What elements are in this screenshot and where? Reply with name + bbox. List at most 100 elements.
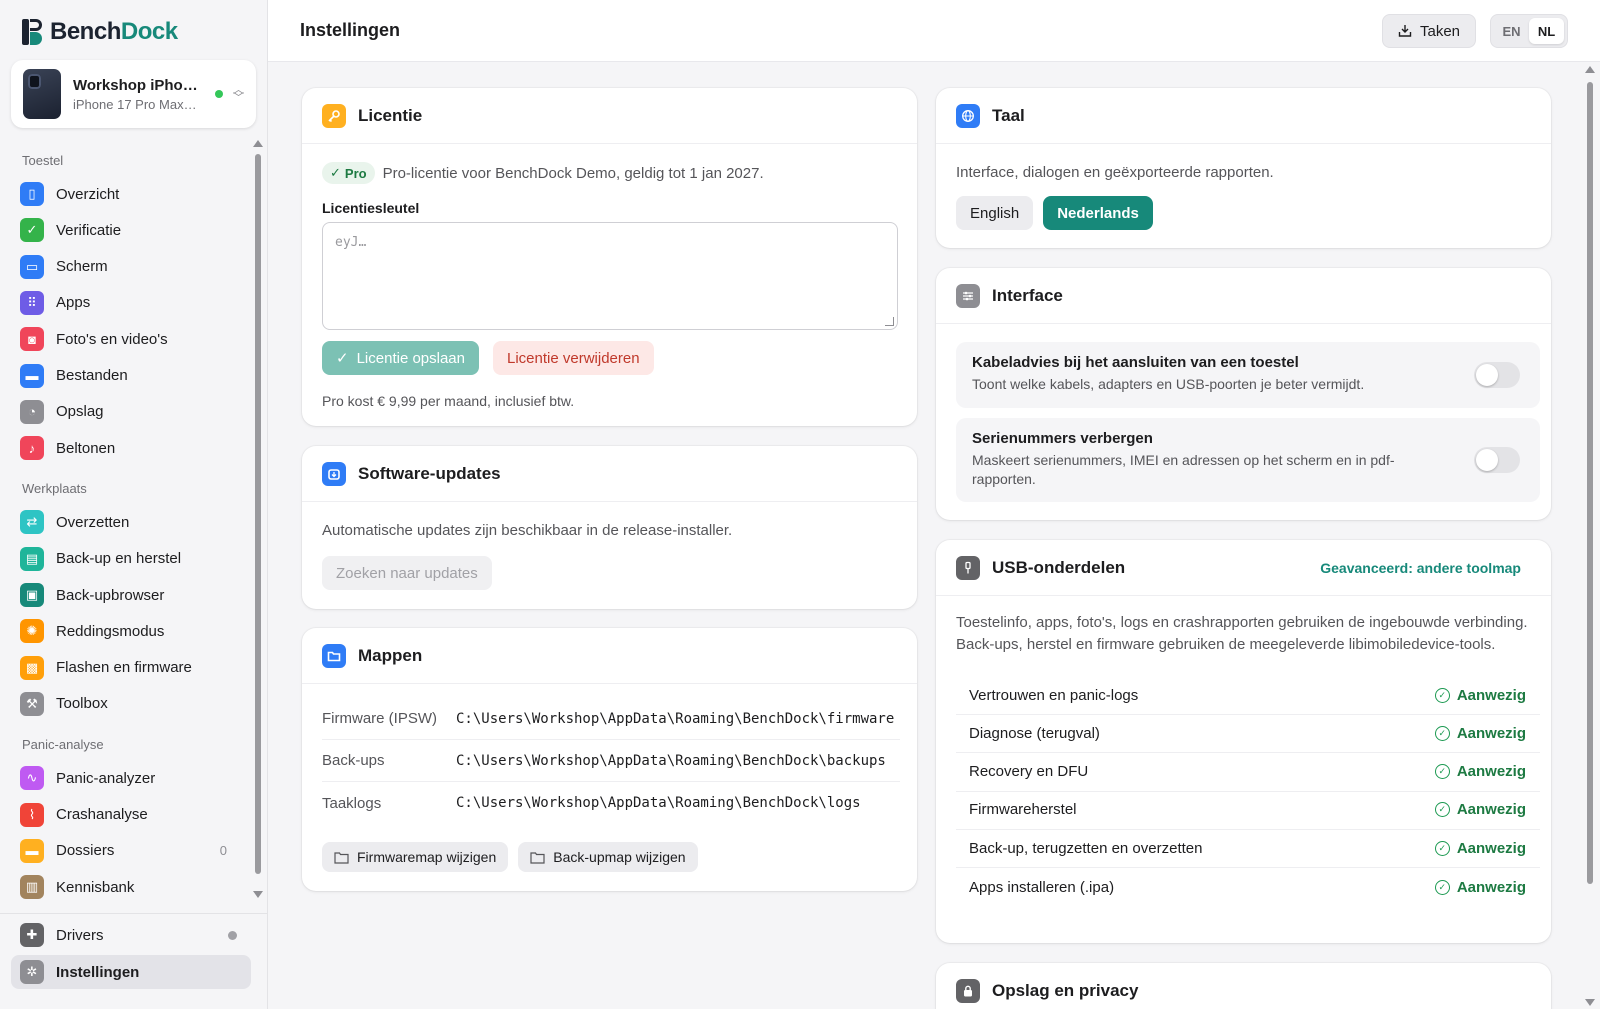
usb-component-name: Diagnose (terugval) xyxy=(969,724,1100,742)
check-circle-icon: ✓ xyxy=(1434,802,1450,818)
change-firmware-folder-button[interactable]: Firmwaremap wijzigen xyxy=(322,842,509,872)
scroll-up-arrow-icon[interactable] xyxy=(253,140,263,147)
language-dutch-button[interactable]: Nederlands xyxy=(1043,196,1153,230)
advanced-toolmap-link[interactable]: Geavanceerd: andere toolmap xyxy=(1320,560,1521,576)
usb-description: Toestelinfo, apps, foto's, logs en crash… xyxy=(956,614,1528,653)
scroll-up-arrow-icon[interactable] xyxy=(1585,66,1595,73)
sidebar-item-apps[interactable]: ⠿ Apps xyxy=(11,286,251,320)
usb-component-name: Vertrouwen en panic-logs xyxy=(969,686,1139,704)
check-circle-icon: ✓ xyxy=(1434,764,1450,780)
scroll-down-arrow-icon[interactable] xyxy=(1585,999,1595,1006)
hide-serials-toggle[interactable] xyxy=(1474,447,1520,473)
license-status: Pro-licentie voor BenchDock Demo, geldig… xyxy=(382,164,764,182)
music-icon: ♪ xyxy=(20,436,44,461)
sidebar-item-overzicht[interactable]: ▯ Overzicht xyxy=(11,177,251,211)
folder-row: Back-ups C:\Users\Workshop\AppData\Roamin… xyxy=(322,740,900,782)
check-updates-button[interactable]: Zoeken naar updates xyxy=(322,556,492,590)
folder-icon xyxy=(322,643,346,668)
transfer-icon: ⇄ xyxy=(20,510,44,535)
software-updates-title: Software-updates xyxy=(358,463,501,483)
sidebar-item-label: Kennisbank xyxy=(56,878,135,896)
chevron-up-down-icon: ︿ ﹀ xyxy=(233,84,244,104)
remove-license-button[interactable]: Licentie verwijderen xyxy=(493,341,654,375)
toggle-knob xyxy=(1476,449,1498,471)
sidebar-scrollbar[interactable] xyxy=(253,140,263,898)
tasks-button[interactable]: Taken xyxy=(1382,14,1476,48)
sidebar-item-label: Back-up en herstel xyxy=(56,550,182,568)
sidebar-item-crashanalyse[interactable]: ⌇ Crashanalyse xyxy=(11,798,251,832)
license-key-label: Licentiesleutel xyxy=(322,200,420,216)
language-card: Taal Interface, dialogen en geëxporteerd… xyxy=(936,88,1551,248)
language-english-button[interactable]: English xyxy=(956,196,1034,230)
photo-icon: ◙ xyxy=(20,327,44,352)
sidebar-item-dossiers[interactable]: ▬ Dossiers 0 xyxy=(11,834,251,868)
sidebar-item-overzetten[interactable]: ⇄ Overzetten xyxy=(11,505,251,539)
sidebar-item-verificatie[interactable]: ✓ Verificatie xyxy=(11,213,251,247)
sidebar-item-back-upbrowser[interactable]: ▣ Back-upbrowser xyxy=(11,578,251,612)
sidebar-item-kennisbank[interactable]: ▥ Kennisbank xyxy=(11,870,251,904)
sidebar-scroll-thumb[interactable] xyxy=(255,154,261,874)
grid-icon: ⠿ xyxy=(20,290,44,315)
update-icon xyxy=(322,461,346,486)
folder-path: C:\Users\Workshop\AppData\Roaming\BenchD… xyxy=(456,710,895,727)
screen-icon: ▭ xyxy=(20,254,44,279)
sidebar-item-flashen-en-firmware[interactable]: ▩ Flashen en firmware xyxy=(11,651,251,685)
app-logo: BenchDock xyxy=(22,18,178,46)
sidebar-item-label: Instellingen xyxy=(56,963,140,981)
sidebar-item-label: Drivers xyxy=(56,926,104,944)
status-label: Aanwezig xyxy=(1456,839,1526,857)
sidebar-item-bestanden[interactable]: ▬ Bestanden xyxy=(11,359,251,393)
usb-component-row: Apps installeren (.ipa) ✓ Aanwezig xyxy=(956,868,1540,907)
top-header: Instellingen Taken EN NL xyxy=(268,0,1600,62)
phone-icon: ▯ xyxy=(20,182,44,206)
change-backup-folder-button[interactable]: Back-upmap wijzigen xyxy=(518,842,698,872)
hide-serials-setting: Serienummers verbergen Maskeert serienum… xyxy=(956,418,1540,502)
folders-card: Mappen Firmware (IPSW) C:\Users\Workshop\… xyxy=(302,628,917,891)
scroll-down-arrow-icon[interactable] xyxy=(253,891,263,898)
sidebar-item-toolbox[interactable]: ⚒ Toolbox xyxy=(11,687,251,721)
sidebar-item-beltonen[interactable]: ♪ Beltonen xyxy=(11,431,251,465)
license-key-input[interactable]: eyJ… xyxy=(322,222,898,330)
tasks-label: Taken xyxy=(1419,22,1461,40)
sidebar-item-panic-analyzer[interactable]: ∿ Panic-analyzer xyxy=(11,761,251,795)
book-icon: ▥ xyxy=(20,875,44,900)
sidebar-item-reddingsmodus[interactable]: ✺ Reddingsmodus xyxy=(11,614,251,648)
sidebar-bottom: ✚ Drivers ✲ Instellingen xyxy=(0,913,267,1009)
main-scroll-thumb[interactable] xyxy=(1587,82,1593,884)
usb-components-card: USB-onderdelen Geavanceerd: andere toolm… xyxy=(936,540,1551,943)
sidebar-item-label: Scherm xyxy=(56,258,108,276)
folders-title: Mappen xyxy=(358,645,423,665)
lang-en-option[interactable]: EN xyxy=(1494,18,1529,44)
sidebar-item-scherm[interactable]: ▭ Scherm xyxy=(11,250,251,284)
sidebar-item-drivers[interactable]: ✚ Drivers xyxy=(11,918,251,952)
sidebar-section-label: Werkplaats xyxy=(22,481,87,497)
page-title: Instellingen xyxy=(300,20,401,40)
key-icon xyxy=(322,103,346,128)
cable-advice-toggle[interactable] xyxy=(1474,362,1520,388)
main-scrollbar[interactable] xyxy=(1584,66,1596,1006)
folder-outline-icon xyxy=(530,851,545,864)
lifebuoy-icon: ✺ xyxy=(20,619,44,644)
pro-badge: ✓ Pro xyxy=(322,162,375,184)
folder-path: C:\Users\Workshop\AppData\Roaming\BenchD… xyxy=(456,752,886,769)
sidebar-item-instellingen[interactable]: ✲ Instellingen xyxy=(11,955,251,989)
folder-row: Taaklogs C:\Users\Workshop\AppData\Roamin… xyxy=(322,782,900,824)
lang-nl-option[interactable]: NL xyxy=(1529,18,1564,44)
folder-icon: ▬ xyxy=(20,838,44,863)
globe-icon xyxy=(956,103,980,128)
license-card: Licentie ✓ Pro Pro-licentie voor BenchDoc… xyxy=(302,88,917,426)
status-label: Aanwezig xyxy=(1456,724,1526,742)
device-model: iPhone 17 Pro Max… xyxy=(73,96,197,112)
sidebar-item-foto-s-en-video-s[interactable]: ◙ Foto's en video's xyxy=(11,322,251,356)
cable-advice-setting: Kabeladvies bij het aansluiten van een t… xyxy=(956,342,1540,408)
puzzle-icon: ✚ xyxy=(20,923,44,947)
device-selector[interactable]: Workshop iPho… iPhone 17 Pro Max… ︿ ﹀ xyxy=(11,60,256,128)
usb-component-status: ✓ Aanwezig xyxy=(1434,879,1526,896)
sidebar-item-label: Beltonen xyxy=(56,439,116,457)
save-license-button[interactable]: ✓ Licentie opslaan xyxy=(322,341,479,375)
sidebar-item-opslag[interactable]: ◔ Opslag xyxy=(11,395,251,429)
sidebar-section-label: Toestel xyxy=(22,153,64,168)
sidebar-item-back-up-en-herstel[interactable]: ▤ Back-up en herstel xyxy=(11,542,251,576)
chip-icon: ▩ xyxy=(20,655,44,680)
language-title: Taal xyxy=(992,105,1025,125)
